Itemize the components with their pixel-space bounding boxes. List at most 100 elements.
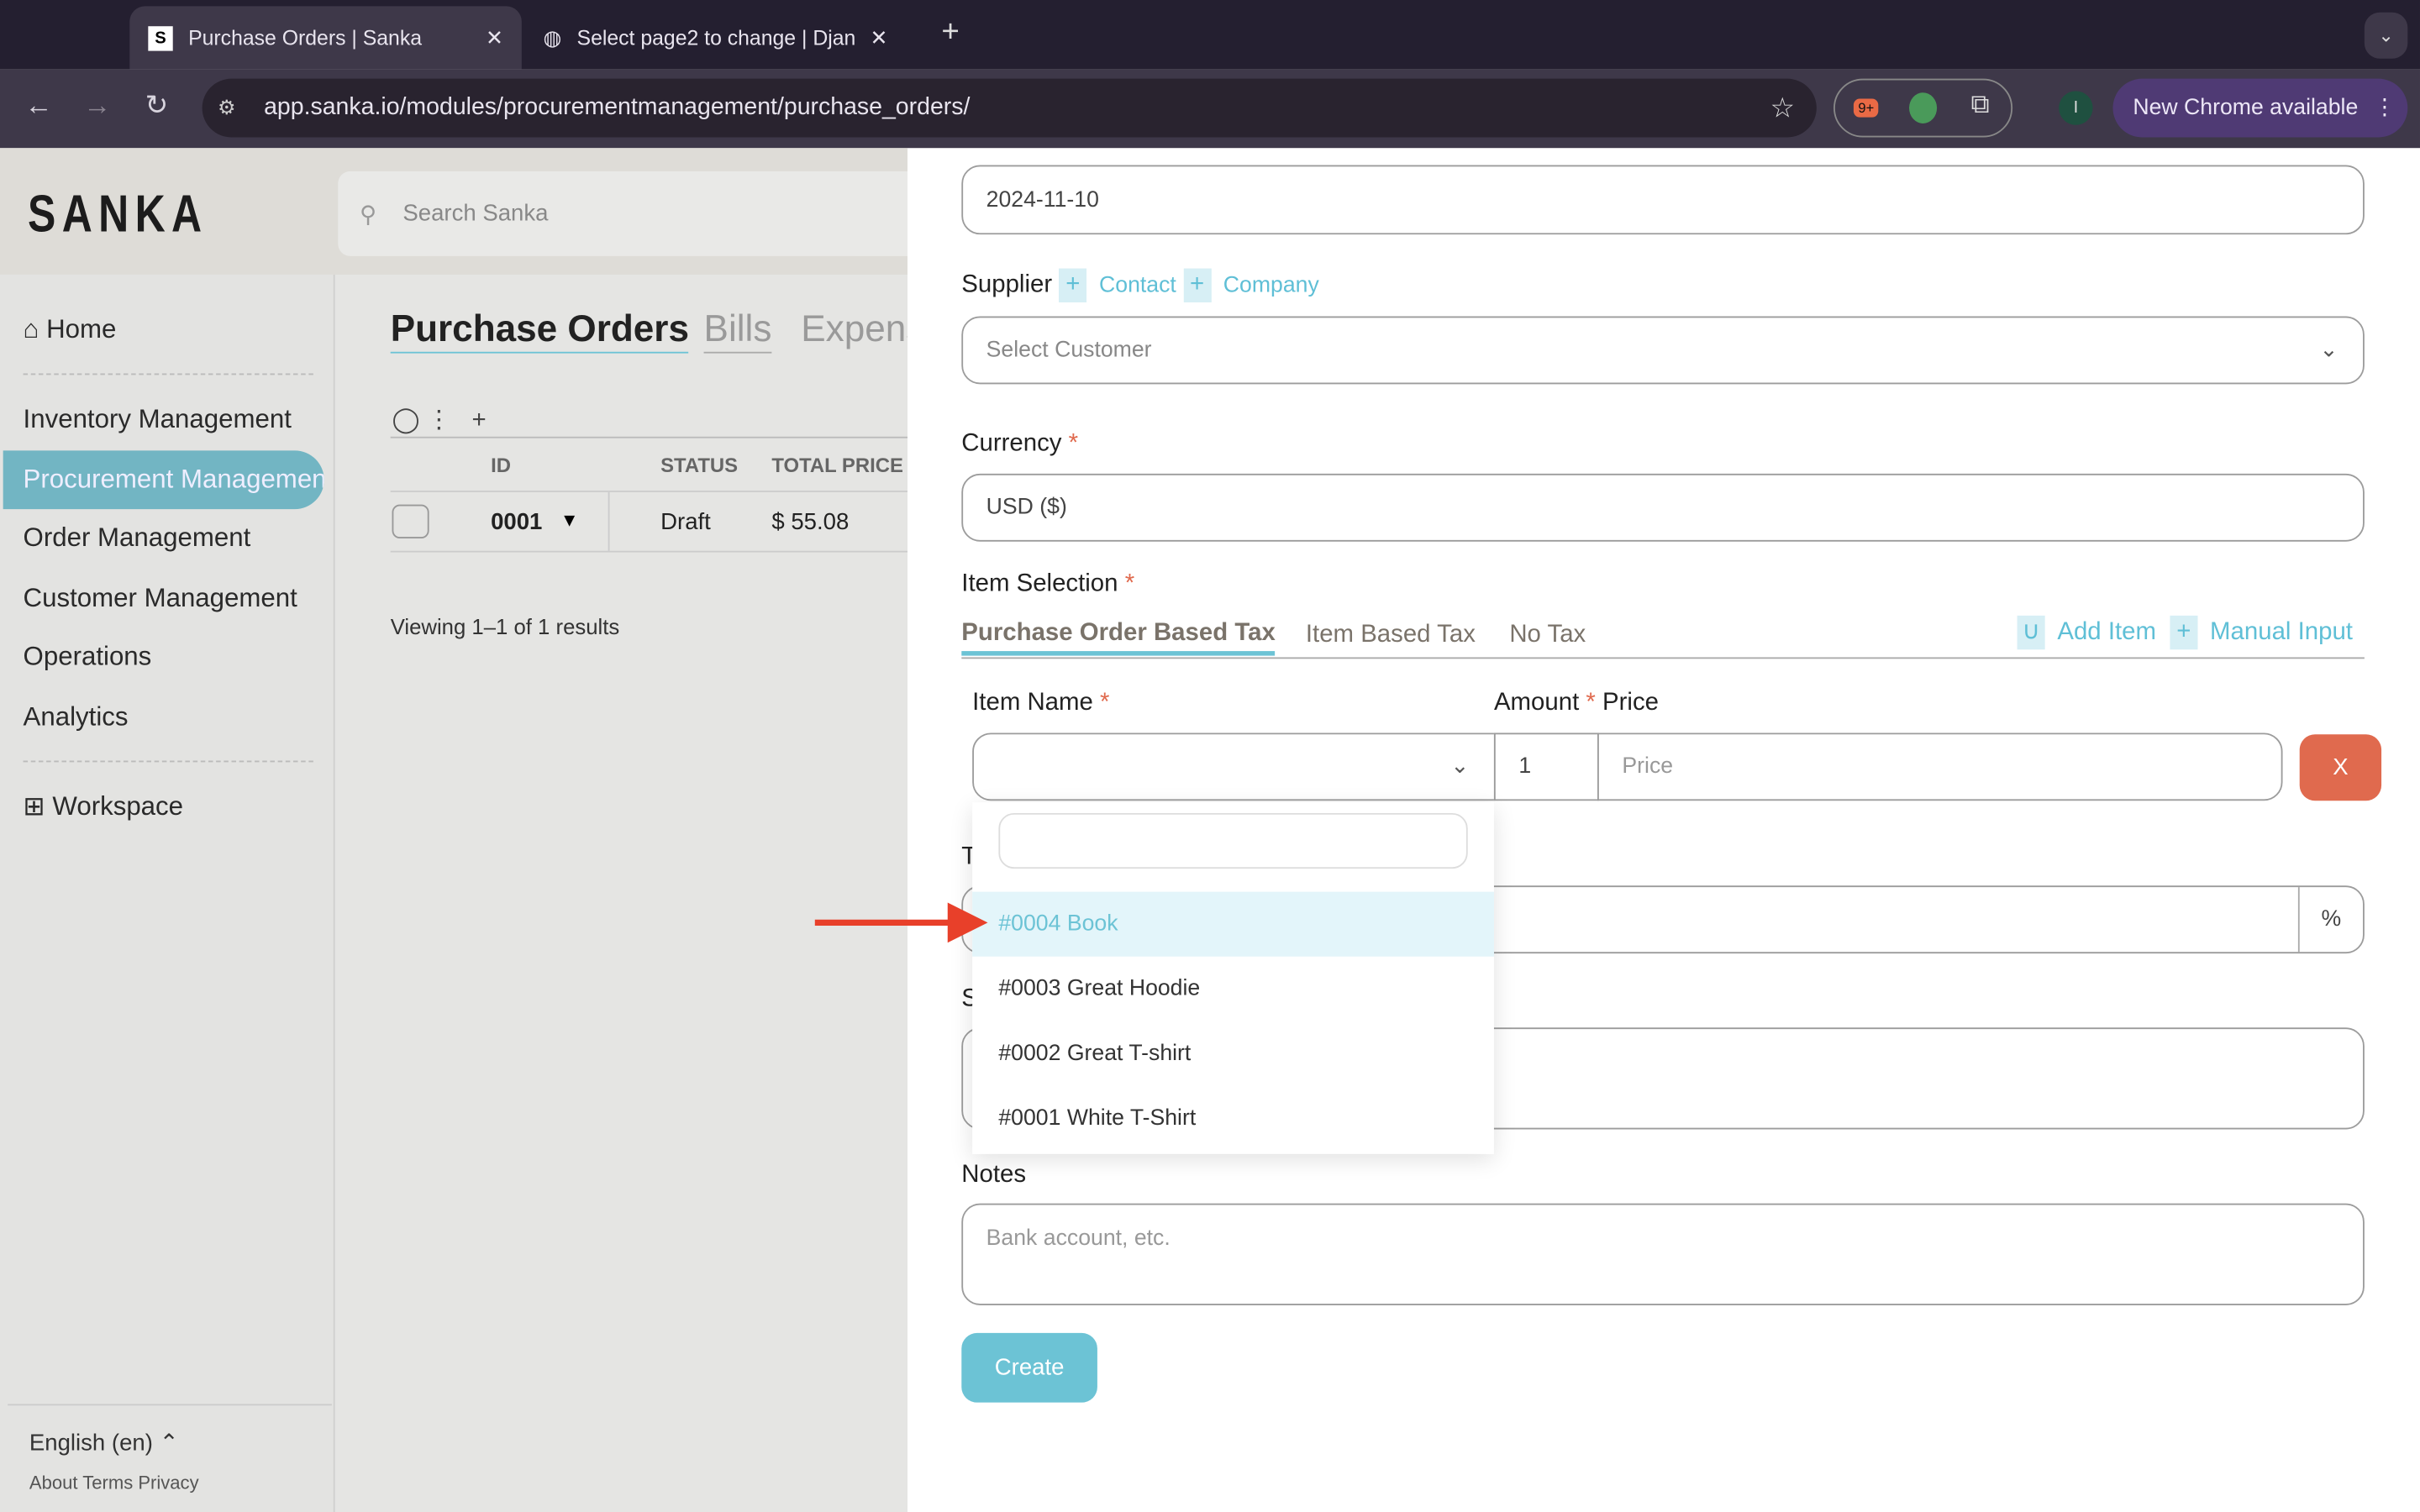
- search-input[interactable]: ⚲ Search Sanka: [338, 171, 925, 256]
- more-icon[interactable]: ⋮: [427, 407, 451, 433]
- sanka-logo[interactable]: SANKA: [28, 185, 208, 245]
- item-actions: ∪ Add Item + Manual Input: [2017, 615, 2353, 650]
- sidebar: ⌂ Home Inventory Management Procurement …: [0, 274, 335, 1512]
- add-view-icon[interactable]: +: [471, 407, 486, 433]
- sidebar-item-operations[interactable]: Operations: [24, 642, 152, 673]
- address-bar[interactable]: ⚙ app.sanka.io/modules/procurementmanage…: [202, 78, 1817, 138]
- extension-badge[interactable]: 9+: [1853, 98, 1879, 118]
- sidebar-item-inventory[interactable]: Inventory Management: [24, 404, 292, 435]
- close-tab-icon[interactable]: ✕: [871, 25, 888, 50]
- row-total: $ 55.08: [771, 509, 850, 536]
- divider: [390, 436, 908, 438]
- sidebar-item-orders[interactable]: Order Management: [24, 523, 251, 554]
- tab-no-tax[interactable]: No Tax: [1509, 622, 1586, 649]
- label: Workspace: [52, 791, 184, 822]
- divider: [8, 1404, 332, 1406]
- tab-search-chevron-icon[interactable]: ⌄: [2364, 12, 2408, 59]
- search-placeholder: Search Sanka: [402, 200, 549, 227]
- forward-icon[interactable]: →: [83, 90, 111, 123]
- amount-label: Amount * Price: [1494, 690, 1659, 717]
- footer-links[interactable]: About Terms Privacy: [29, 1472, 199, 1494]
- magnet-icon: ∪: [2017, 615, 2045, 650]
- row-checkbox[interactable]: [392, 504, 429, 539]
- view-circle-icon[interactable]: ◯: [392, 407, 420, 433]
- sidebar-item-home[interactable]: ⌂ Home: [24, 315, 117, 346]
- tab-expenses[interactable]: Expens: [801, 308, 924, 351]
- chevron-up-icon: ⌃: [159, 1430, 179, 1457]
- label: Home: [46, 314, 117, 344]
- new-tab-icon[interactable]: +: [941, 15, 959, 50]
- currency-text: Currency: [961, 430, 1062, 457]
- plus-icon: +: [1183, 268, 1212, 302]
- extensions-group: 9+ ⧉: [1833, 78, 2013, 138]
- profile-avatar[interactable]: I: [2059, 91, 2093, 125]
- sidebar-item-analytics[interactable]: Analytics: [24, 702, 129, 733]
- item-name-label: Item Name *: [972, 690, 1109, 717]
- supplier-label: Supplier + Contact + Company: [961, 268, 1319, 302]
- plus-icon: +: [1059, 268, 1087, 302]
- extensions-puzzle-icon[interactable]: ⧉: [1971, 90, 1990, 121]
- tab-bills[interactable]: Bills: [703, 308, 772, 354]
- tab-po-based-tax[interactable]: Purchase Order Based Tax: [961, 620, 1276, 656]
- amount-input[interactable]: 1: [1493, 732, 1599, 801]
- sidebar-item-customers[interactable]: Customer Management: [24, 583, 297, 614]
- tab-title: Select page2 to change | Djan: [576, 26, 856, 50]
- viewing-results: Viewing 1–1 of 1 results: [390, 614, 620, 639]
- tab-purchase-orders[interactable]: S Purchase Orders | Sanka ✕: [129, 6, 522, 70]
- tab-purchase-orders[interactable]: Purchase Orders: [390, 308, 689, 354]
- language-selector[interactable]: English (en) ⌃: [29, 1429, 179, 1457]
- new-chrome-button[interactable]: New Chrome available ⋮: [2112, 78, 2408, 138]
- new-chrome-label: New Chrome available: [2133, 95, 2359, 121]
- required-asterisk: *: [1586, 690, 1596, 717]
- add-item-link[interactable]: Add Item: [2057, 619, 2156, 645]
- item-name-text: Item Name: [972, 690, 1093, 717]
- back-icon[interactable]: ←: [24, 90, 52, 123]
- col-status[interactable]: STATUS: [660, 454, 738, 477]
- menu-dots-icon[interactable]: ⋮: [2374, 96, 2396, 120]
- bookmark-star-icon[interactable]: ☆: [1770, 92, 1795, 124]
- browser-tab-bar: S Purchase Orders | Sanka ✕ ◍ Select pag…: [0, 0, 2420, 70]
- remove-item-button[interactable]: X: [2299, 734, 2382, 801]
- tab-django[interactable]: ◍ Select page2 to change | Djan ✕: [544, 6, 914, 69]
- price-input[interactable]: Price: [1597, 732, 2283, 801]
- dropdown-option[interactable]: #0003 Great Hoodie: [972, 957, 1494, 1021]
- dropdown-option[interactable]: #0002 Great T-shirt: [972, 1021, 1494, 1086]
- red-arrow-icon: [814, 902, 988, 943]
- tab-item-based-tax[interactable]: Item Based Tax: [1306, 622, 1476, 649]
- divider: [608, 491, 610, 551]
- frog-extension-icon[interactable]: [1909, 92, 1938, 123]
- sidebar-item-workspace[interactable]: ⊞ Workspace: [24, 791, 183, 822]
- notes-textarea[interactable]: Bank account, etc.: [961, 1203, 2365, 1305]
- table-row[interactable]: 0001 ▼ Draft $ 55.08: [390, 491, 908, 553]
- globe-icon: ◍: [543, 25, 562, 49]
- currency-input[interactable]: USD ($): [961, 473, 2365, 542]
- create-button[interactable]: Create: [961, 1332, 1097, 1403]
- item-name-select[interactable]: ⌄: [972, 732, 1496, 801]
- divider: [23, 373, 313, 375]
- home-icon: ⌂: [23, 314, 39, 344]
- dropdown-search-input[interactable]: [998, 812, 1468, 869]
- required-asterisk: *: [1100, 690, 1110, 717]
- row-id[interactable]: 0001: [491, 509, 542, 535]
- url-text: app.sanka.io/modules/procurementmanageme…: [264, 94, 971, 121]
- price-text: Price: [1602, 690, 1659, 717]
- customer-select[interactable]: Select Customer ⌄: [961, 316, 2365, 385]
- dropdown-option[interactable]: #0001 White T-Shirt: [972, 1086, 1494, 1151]
- sidebar-item-procurement[interactable]: Procurement Management: [3, 450, 324, 510]
- site-settings-icon[interactable]: ⚙: [218, 96, 235, 120]
- col-total-price[interactable]: TOTAL PRICE: [771, 454, 903, 477]
- dropdown-option[interactable]: #0004 Book: [972, 891, 1494, 957]
- col-id[interactable]: ID: [491, 454, 511, 477]
- date-input[interactable]: 2024-11-10: [961, 165, 2365, 235]
- manual-input-link[interactable]: Manual Input: [2210, 619, 2353, 645]
- view-toolbar: ◯ ⋮ +: [392, 404, 487, 435]
- notes-label: Notes: [961, 1162, 1027, 1189]
- app: SANKA ⚲ Search Sanka ⌂ Home Inventory Man…: [0, 148, 2420, 1512]
- add-contact-link[interactable]: Contact: [1099, 274, 1176, 298]
- add-company-link[interactable]: Company: [1223, 274, 1319, 298]
- caret-down-icon[interactable]: ▼: [560, 509, 579, 531]
- background-page: SANKA ⚲ Search Sanka ⌂ Home Inventory Man…: [0, 148, 924, 1512]
- sanka-favicon-icon: S: [148, 25, 173, 50]
- reload-icon[interactable]: ↻: [145, 90, 169, 123]
- close-tab-icon[interactable]: ✕: [486, 25, 503, 50]
